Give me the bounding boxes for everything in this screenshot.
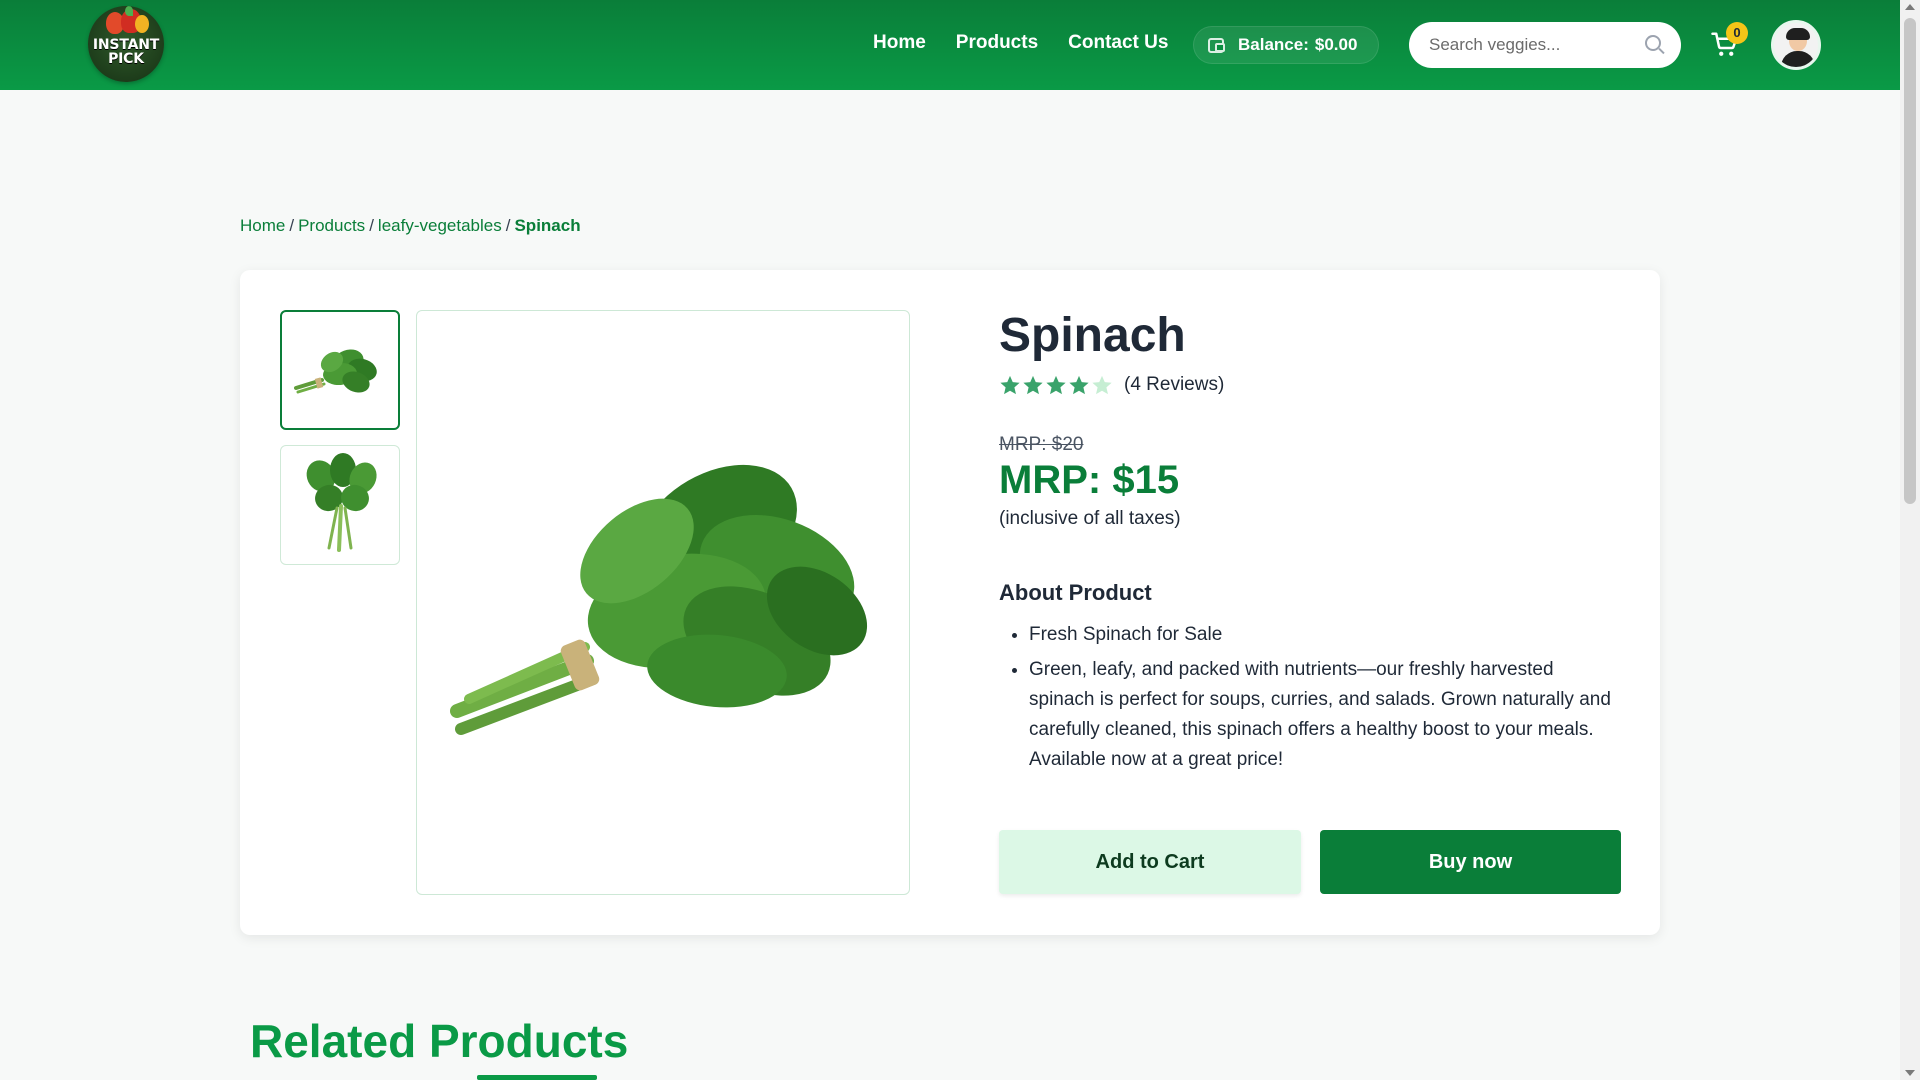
search-box — [1409, 22, 1681, 68]
spinach-bunch-large-image — [450, 464, 868, 735]
nav-products[interactable]: Products — [956, 32, 1038, 54]
user-avatar[interactable] — [1771, 20, 1821, 70]
brand-logo[interactable]: INSTANT PICK — [88, 6, 164, 82]
add-to-cart-button[interactable]: Add to Cart — [999, 830, 1301, 894]
scroll-up-arrow-icon[interactable] — [1905, 4, 1915, 10]
balance-label: Balance: — [1238, 35, 1309, 54]
search-icon[interactable] — [1645, 35, 1661, 51]
star-icon — [1000, 375, 1020, 395]
wallet-icon — [1208, 37, 1225, 53]
main-nav: Home Products Contact Us — [873, 32, 1168, 54]
spinach-bunch-image — [294, 349, 377, 394]
about-product-heading: About Product — [999, 580, 1152, 605]
reviews-count[interactable]: (4 Reviews) — [1124, 374, 1224, 396]
product-card: Spinach (4 Reviews) MRP: $20 MRP: $15 (i… — [240, 270, 1660, 935]
nav-contact-us[interactable]: Contact Us — [1068, 32, 1168, 54]
page-scrollbar[interactable] — [1900, 0, 1920, 1080]
avatar-hair — [1786, 28, 1810, 40]
star-icon — [1023, 375, 1043, 395]
thumbnail-1[interactable] — [280, 310, 400, 430]
leaf-icon — [125, 6, 133, 16]
rating-stars: (4 Reviews) — [999, 374, 1224, 396]
about-product-list: Fresh Spinach for Sale Green, leafy, and… — [1029, 620, 1613, 780]
tax-note: (inclusive of all taxes) — [999, 508, 1181, 529]
product-title: Spinach — [999, 309, 1186, 362]
related-products-heading: Related Products — [250, 1015, 629, 1067]
breadcrumb-products[interactable]: Products — [298, 216, 365, 235]
breadcrumb-separator: / — [289, 216, 295, 235]
top-navbar: INSTANT PICK Home Products Contact Us Ba… — [0, 0, 1900, 90]
search-input[interactable] — [1429, 35, 1629, 55]
balance-amount: $0.00 — [1314, 35, 1358, 54]
balance-pill[interactable]: Balance: $0.00 — [1193, 26, 1379, 64]
spinach-plant-image — [306, 453, 377, 552]
star-icon — [1046, 375, 1066, 395]
breadcrumb-category[interactable]: leafy-vegetables — [378, 216, 502, 235]
about-point: Fresh Spinach for Sale — [1029, 620, 1613, 650]
current-price: MRP: $15 — [999, 458, 1180, 502]
breadcrumb: Home / Products / leafy-vegetables / Spinach — [240, 216, 581, 236]
scroll-down-arrow-icon[interactable] — [1905, 1070, 1915, 1076]
about-point: Green, leafy, and packed with nutrients—… — [1029, 655, 1613, 775]
breadcrumb-home[interactable]: Home — [240, 216, 285, 235]
scrollbar-thumb[interactable] — [1904, 18, 1916, 504]
corn-icon — [135, 15, 149, 33]
old-price: MRP: $20 — [999, 434, 1084, 455]
star-icon — [1069, 375, 1089, 395]
star-empty-icon — [1092, 375, 1112, 395]
main-product-image[interactable] — [416, 310, 910, 895]
breadcrumb-separator: / — [505, 216, 511, 235]
heading-underline — [477, 1075, 597, 1080]
nav-home[interactable]: Home — [873, 32, 926, 54]
breadcrumb-current: Spinach — [514, 216, 581, 235]
avatar-body — [1781, 51, 1815, 67]
buy-now-button[interactable]: Buy now — [1320, 830, 1621, 894]
thumbnail-2[interactable] — [280, 445, 400, 565]
logo-text: INSTANT PICK — [92, 37, 160, 67]
breadcrumb-separator: / — [369, 216, 374, 235]
cart-count-badge: 0 — [1726, 22, 1748, 44]
